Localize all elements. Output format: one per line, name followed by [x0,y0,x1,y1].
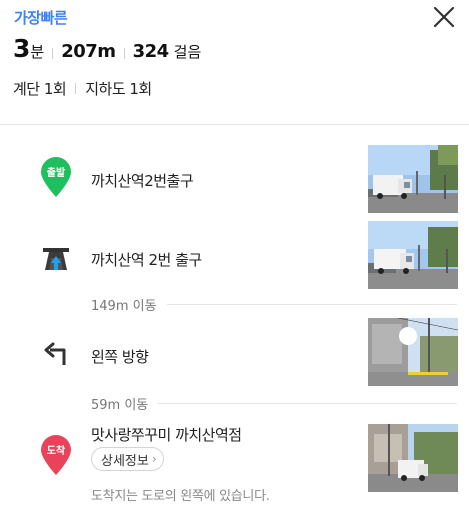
travel-distance: 207m [61,41,116,62]
street-view-thumbnail[interactable] [368,318,458,386]
segment-distance: 59m 이동 [91,394,457,413]
travel-time-value: 3 [13,34,30,63]
segment-distance-label: 59m 이동 [91,398,149,413]
start-pin-icon: 출발 [36,155,76,199]
summary-separator [123,47,125,59]
arrival-badge-text: 도착 [47,444,66,457]
summary-separator [52,47,54,59]
step-label: 까치산역 2번 출구 [91,251,202,269]
detail-info-button[interactable]: 상세정보 › [91,447,164,471]
route-type-label: 가장빠른 [14,9,68,27]
segment-divider [166,304,457,305]
arrival-note: 도착지는 도로의 왼쪽에 있습니다. [91,489,270,504]
segment-distance-label: 149m 이동 [91,299,157,314]
segment-divider [158,403,457,404]
travel-time-unit: 분 [30,43,45,61]
step-count-value: 324 [132,41,170,62]
arrival-pin-icon: 도착 [36,433,76,477]
route-summary-header: 가장빠른 3 분 207m 324 걸음 계단 1회 지하도 1회 [0,0,469,124]
step-label: 까치산역2번출구 [91,172,194,190]
chevron-right-icon: › [151,452,157,466]
step-label: 왼쪽 방향 [91,348,149,366]
street-view-thumbnail[interactable] [368,424,458,492]
segment-distance: 149m 이동 [91,295,457,314]
street-view-thumbnail[interactable] [368,221,458,289]
header-divider [0,124,469,125]
route-facilities: 계단 1회 지하도 1회 [13,78,152,99]
stairs-count: 계단 1회 [13,80,67,98]
street-view-thumbnail[interactable] [368,145,458,213]
step-count-unit: 걸음 [173,43,202,61]
underpass-count: 지하도 1회 [85,80,152,98]
facility-separator [75,83,77,94]
start-badge-text: 출발 [47,166,66,179]
subway-exit-icon [36,237,76,281]
turn-left-icon [36,331,76,375]
route-summary: 3 분 207m 324 걸음 [13,34,201,66]
close-icon[interactable] [431,4,457,30]
destination-name: 맛사랑쭈꾸미 까치산역점 [91,426,242,444]
detail-info-label: 상세정보 [101,453,149,469]
